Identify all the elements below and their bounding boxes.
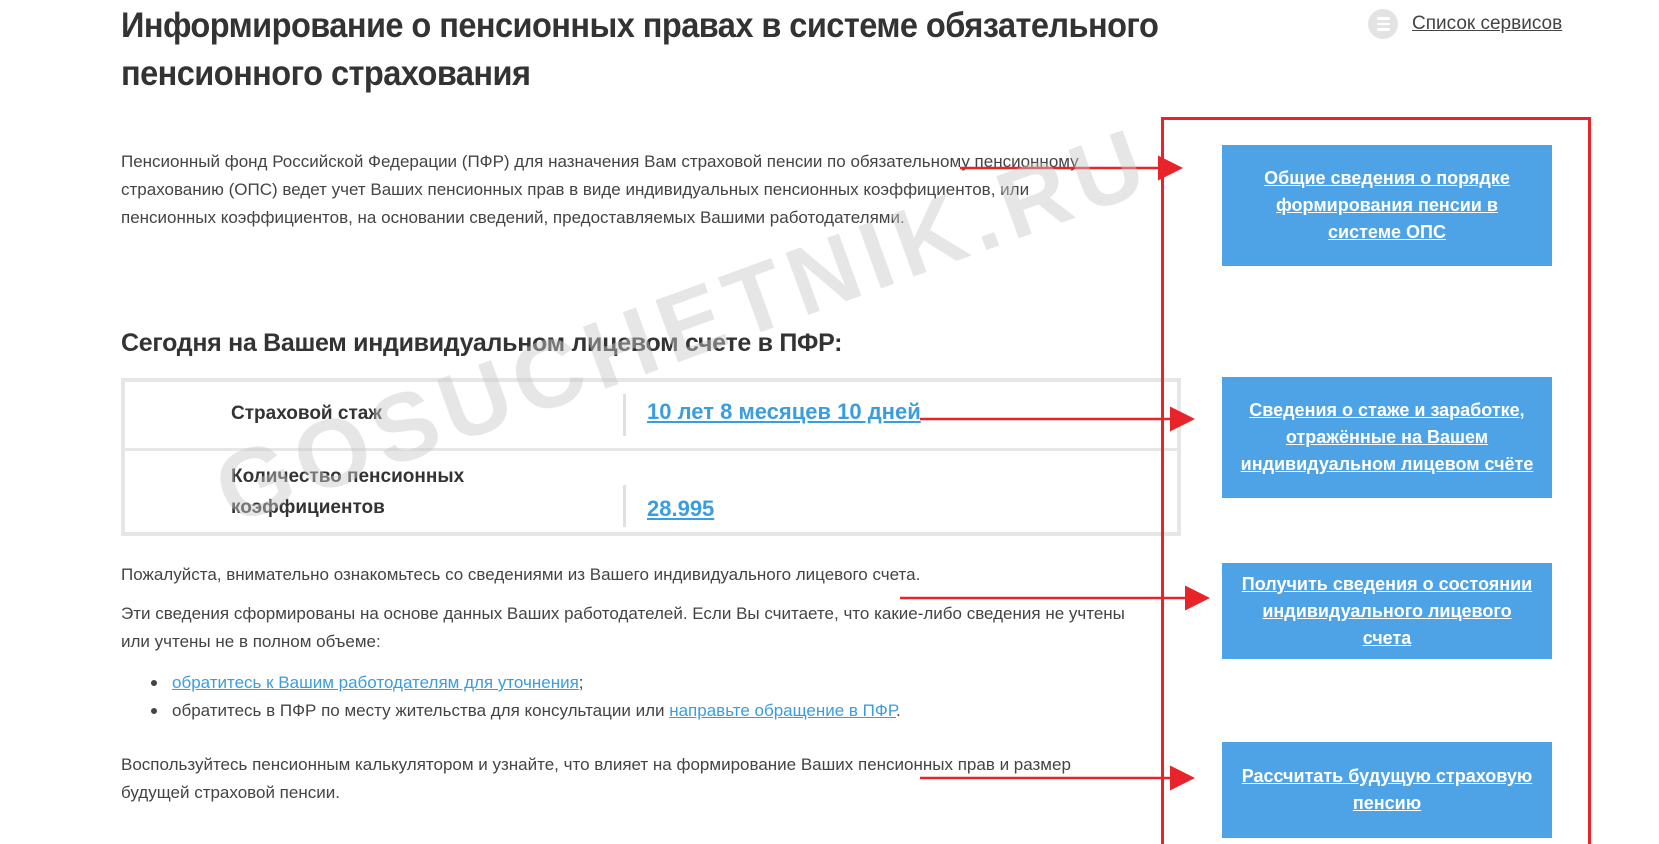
- general-info-label: Общие сведения о порядке формирования пе…: [1264, 168, 1510, 242]
- intro-text: Пенсионный фонд Российской Федерации (ПФ…: [121, 152, 1079, 227]
- row-label-insurance-record: Страховой стаж: [231, 403, 382, 424]
- table-row: Количество пенсионных коэффициентов 28.9…: [125, 451, 1177, 532]
- employer-data-notice: Эти сведения сформированы на основе данн…: [121, 604, 1125, 651]
- pension-calculator-label: Рассчитать будущую страховую пенсию: [1241, 766, 1533, 813]
- record-earnings-button[interactable]: Сведения о стаже и заработке, отражённые…: [1222, 377, 1552, 498]
- row-label-pension-coefficients: Количество пенсионных коэффициентов: [231, 466, 465, 518]
- pension-calculator-button[interactable]: Рассчитать будущую страховую пенсию: [1222, 742, 1552, 838]
- general-info-button[interactable]: Общие сведения о порядке формирования пе…: [1222, 145, 1552, 266]
- bullet-suffix: .: [895, 701, 901, 720]
- send-request-link[interactable]: направьте обращение в ПФР: [669, 701, 896, 720]
- services-list-label: Список сервисов: [1412, 13, 1563, 34]
- table-row: Страховой стаж 10 лет 8 месяцев 10 дней: [125, 382, 1177, 451]
- bullet-suffix: ;: [578, 673, 584, 692]
- row-divider: [623, 485, 626, 527]
- bullet-dot: [151, 708, 157, 714]
- menu-icon: [1368, 9, 1398, 39]
- record-earnings-label: Сведения о стаже и заработке, отражённые…: [1240, 400, 1534, 474]
- services-list-link[interactable]: Список сервисов: [1368, 9, 1562, 39]
- list-item: обратитесь к Вашим работодателям для уто…: [145, 669, 901, 697]
- account-status-label: Получить сведения о состоянии индивидуал…: [1241, 573, 1533, 648]
- action-list: обратитесь к Вашим работодателям для уто…: [145, 669, 901, 725]
- review-notice: Пожалуйста, внимательно ознакомьтесь со …: [121, 565, 921, 584]
- page: Информирование о пенсионных правах в сис…: [0, 0, 1659, 844]
- pension-coefficients-link[interactable]: 28.995: [647, 494, 714, 524]
- account-section-title: Сегодня на Вашем индивидуальном лицевом …: [121, 329, 843, 357]
- calculator-notice: Воспользуйтесь пенсионным калькулятором …: [121, 755, 1071, 802]
- account-status-button[interactable]: Получить сведения о состоянии индивидуал…: [1222, 563, 1552, 659]
- account-summary-table: Страховой стаж 10 лет 8 месяцев 10 дней …: [121, 378, 1181, 536]
- row-divider: [623, 394, 626, 436]
- bullet-text: обратитесь в ПФР по месту жительства для…: [172, 701, 670, 720]
- list-item: обратитесь в ПФР по месту жительства для…: [145, 697, 901, 725]
- insurance-record-link[interactable]: 10 лет 8 месяцев 10 дней: [647, 397, 921, 427]
- page-title: Информирование о пенсионных правах в сис…: [121, 6, 1159, 93]
- bullet-dot: [151, 680, 157, 686]
- contact-employer-link[interactable]: обратитесь к Вашим работодателям для уто…: [172, 673, 579, 692]
